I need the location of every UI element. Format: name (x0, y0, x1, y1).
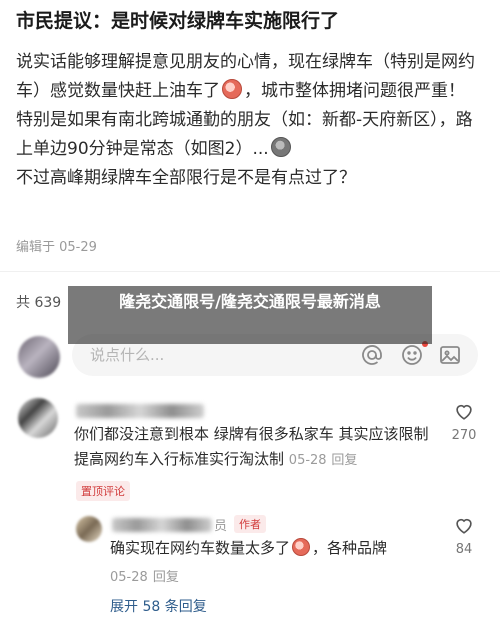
expand-replies-link[interactable]: 展开 58 条回复 (110, 596, 207, 616)
comment-body[interactable]: 你们都没注意到根本 绿牌有很多私家车 其实应该限制提高网约车入行标准实行淘汰制 … (74, 422, 440, 473)
edited-time: 编辑于 05-29 (16, 240, 97, 255)
reply-button[interactable]: 回复 (153, 570, 179, 585)
post-body: 说实话能够理解提意见朋友的心情，现在绿牌车（特别是网约车）感觉数量快赶上油车了，… (16, 48, 486, 193)
reply-button[interactable]: 回复 (331, 453, 357, 468)
post: 市民提议：是时候对绿牌车实施限行了 说实话能够理解提意见朋友的心情，现在绿牌车（… (0, 0, 500, 193)
like-button[interactable]: 270 (444, 400, 484, 443)
crying-emoji-icon (292, 538, 311, 556)
reply-meta: 05-28 回复 (110, 566, 179, 585)
overlay-headline: 隆尧交通限号/隆尧交通限号最新消息 (119, 292, 381, 311)
avatar[interactable] (18, 398, 58, 438)
user-avatar (18, 336, 60, 378)
comment-date: 05-28 (288, 453, 327, 468)
at-icon[interactable] (360, 343, 384, 367)
comment-item: 你们都没注意到根本 绿牌有很多私家车 其实应该限制提高网约车入行标准实行淘汰制 … (16, 396, 484, 506)
image-icon[interactable] (438, 343, 462, 367)
heart-outline-icon (456, 404, 472, 420)
commenter-name[interactable] (76, 404, 204, 418)
comment-count: 共 639 (16, 295, 62, 311)
author-tag: 作者 (234, 515, 266, 533)
reply-date: 05-28 (110, 570, 148, 585)
reply-body[interactable]: 确实现在网约车数量太多了 ，各种品牌 (110, 536, 450, 561)
emoji-icon[interactable] (400, 343, 424, 367)
reply-author-name-suffix: 员 (214, 519, 228, 534)
divider (0, 271, 500, 272)
post-paragraph: 不过高峰期绿牌车全部限行是不是有点过了？ (16, 168, 356, 188)
post-paragraph: 特别是如果有南北跨城通勤的朋友（如：新都-天府新区），路上单边90分钟是常态（如… (16, 110, 473, 159)
reply-author-name[interactable] (112, 518, 212, 532)
reply-like-count: 84 (455, 542, 473, 557)
reply-item: 员 作者 确实现在网约车数量太多了 ，各种品牌 05-28 回复 84 (74, 512, 484, 592)
reply-like-button[interactable]: 84 (444, 514, 484, 557)
reply-avatar[interactable] (76, 516, 102, 542)
like-count: 270 (451, 428, 477, 443)
stone-emoji-icon (270, 137, 291, 157)
comment-input-placeholder: 说点什么... (90, 346, 165, 364)
pinned-badge-wrap: 置顶评论 (76, 480, 130, 501)
crying-emoji-icon (222, 79, 242, 99)
pinned-badge: 置顶评论 (76, 481, 130, 501)
post-title: 市民提议：是时候对绿牌车实施限行了 (16, 10, 340, 32)
headline-overlay: 隆尧交通限号/隆尧交通限号最新消息 (68, 286, 432, 344)
post-paragraph: 说实话能够理解提意见朋友的心情，现在绿牌车（特别是网约车）感觉数量快赶上油车了，… (16, 52, 475, 101)
heart-outline-icon (456, 518, 472, 534)
